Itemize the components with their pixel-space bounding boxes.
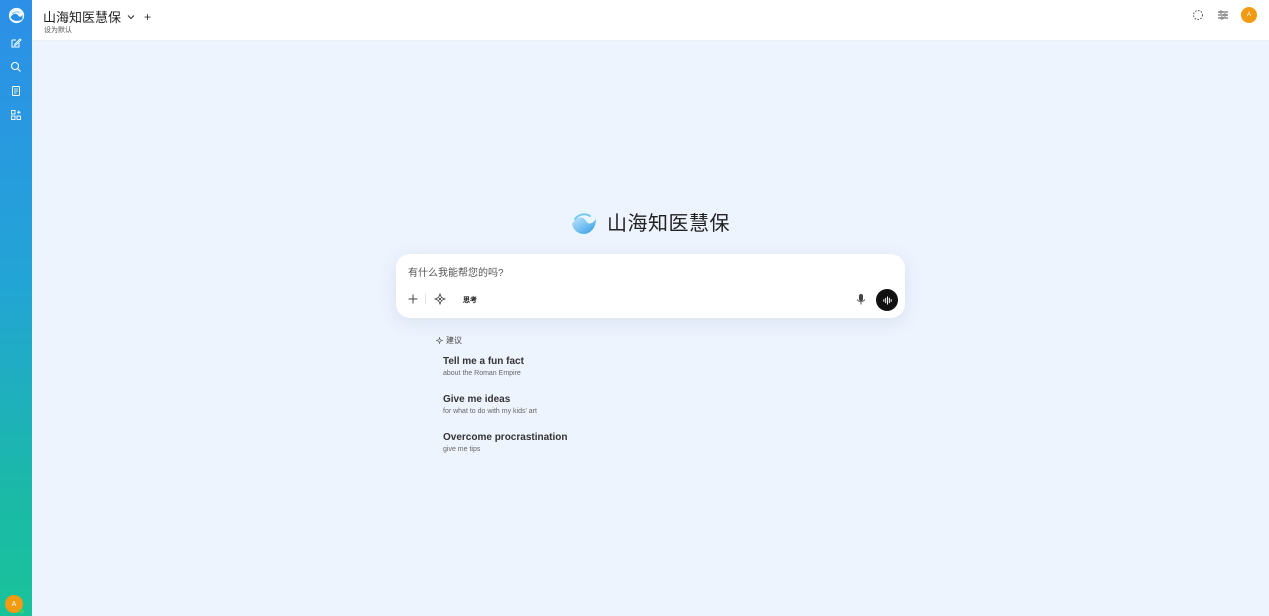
set-default-link[interactable]: 设为默认 [44, 25, 72, 35]
online-status-dot [19, 609, 24, 614]
suggestion-subtitle: give me tips [443, 446, 481, 453]
suggestion-list: Tell me a fun fact about the Roman Empir… [443, 355, 567, 469]
suggestion-subtitle: about the Roman Empire [443, 370, 521, 377]
dashed-circle-icon [1193, 10, 1203, 20]
suggestions-label: 建议 [446, 336, 462, 345]
think-toggle-button[interactable]: 思考 [463, 295, 477, 305]
suggestion-title: Overcome procrastination [443, 432, 568, 443]
temporary-chat-button[interactable] [1191, 8, 1205, 22]
app-logo-icon[interactable] [8, 7, 25, 24]
tools-icon[interactable] [434, 293, 446, 305]
suggestion-item[interactable]: Tell me a fun fact about the Roman Empir… [443, 355, 567, 393]
brand-title: 山海知医慧保 [607, 213, 730, 235]
sidebar: A [0, 0, 32, 616]
brand-logo-icon [571, 208, 597, 235]
suggestion-title: Give me ideas [443, 394, 511, 405]
add-attachment-icon[interactable] [407, 293, 419, 305]
workspace-button[interactable] [5, 104, 27, 126]
model-selector: 山海知医慧保 + [43, 7, 151, 26]
suggestions-header: 建议 [436, 335, 462, 346]
top-header: 山海知医慧保 + 设为默认 A [32, 0, 1269, 41]
voice-mode-button[interactable] [876, 289, 898, 311]
add-model-button[interactable]: + [144, 11, 151, 23]
model-name[interactable]: 山海知医慧保 [43, 7, 121, 26]
new-chat-icon [11, 38, 22, 48]
suggestion-item[interactable]: Overcome procrastination give me tips [443, 431, 567, 469]
brand-heading: 山海知医慧保 [570, 207, 730, 236]
sparkle-icon [436, 337, 443, 344]
suggestion-item[interactable]: Give me ideas for what to do with my kid… [443, 393, 567, 431]
controls-button[interactable] [1216, 8, 1230, 22]
workspace-icon [11, 110, 21, 120]
prompt-input[interactable] [408, 265, 848, 281]
notes-icon [12, 86, 20, 96]
suggestion-subtitle: for what to do with my kids' art [443, 408, 537, 415]
sliders-icon [1218, 10, 1228, 20]
search-button[interactable] [5, 56, 27, 78]
header-actions: A [1191, 7, 1257, 23]
notes-button[interactable] [5, 80, 27, 102]
app-root: A 山海知医慧保 + 设为默认 A 山海知医慧保 有什么我能帮您的吗? 思考 建… [0, 0, 1269, 616]
header-user-avatar[interactable]: A [1241, 7, 1257, 23]
audio-waveform-icon [882, 295, 892, 305]
microphone-icon[interactable] [855, 293, 867, 306]
suggestion-title: Tell me a fun fact [443, 356, 524, 367]
toolbar-divider [425, 294, 426, 304]
chat-composer: 思考 [396, 254, 905, 318]
search-icon [10, 61, 21, 72]
chevron-down-icon[interactable] [127, 13, 135, 21]
new-chat-button[interactable] [5, 32, 27, 54]
